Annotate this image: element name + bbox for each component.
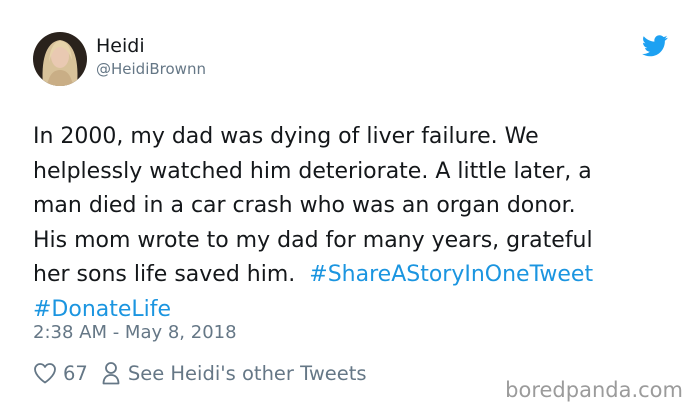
heart-icon[interactable]: [33, 362, 57, 384]
hashtag-link[interactable]: #ShareAStoryInOneTweet: [309, 262, 593, 287]
watermark: boredpanda.com: [505, 378, 683, 402]
tweet-line-last: her sons life saved him. #ShareAStoryInO…: [33, 258, 673, 293]
tweet-line: her sons life saved him.: [33, 262, 296, 287]
tweet-text: In 2000, my dad was dying of liver failu…: [33, 120, 673, 327]
person-icon: [102, 362, 120, 385]
tweet-line: In 2000, my dad was dying of liver failu…: [33, 124, 539, 149]
like-count: 67: [63, 361, 88, 385]
tweet-line: man died in a car crash who was an organ…: [33, 193, 576, 218]
tweet-card: Heidi @HeidiBrownn In 2000, my dad was d…: [0, 0, 700, 415]
tweet-line: His mom wrote to my dad for many years, …: [33, 227, 593, 253]
tweet-timestamp[interactable]: 2:38 AM - May 8, 2018: [33, 322, 237, 343]
twitter-bird-icon[interactable]: [642, 35, 668, 57]
see-other-tweets-link[interactable]: See Heidi's other Tweets: [128, 362, 367, 385]
tweet-actions: 67 See Heidi's other Tweets: [33, 360, 367, 386]
display-name[interactable]: Heidi: [96, 35, 145, 57]
tweet-line: helplessly watched him deteriorate. A li…: [33, 158, 592, 184]
hashtag-link[interactable]: #DonateLife: [33, 297, 171, 322]
avatar[interactable]: [33, 32, 87, 86]
user-handle[interactable]: @HeidiBrownn: [96, 60, 206, 78]
